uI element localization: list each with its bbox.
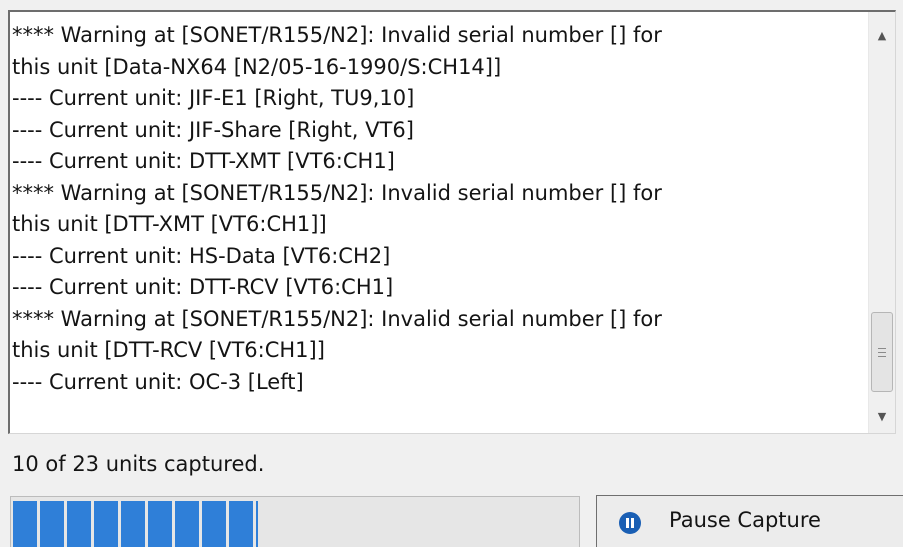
pause-circle-icon (619, 512, 641, 534)
log-output-box[interactable]: **** Warning at [SONET/R155/N2]: Invalid… (8, 10, 896, 434)
capture-status-text: 10 of 23 units captured. (12, 452, 265, 476)
capture-progress-bar (10, 496, 580, 547)
log-line: **** Warning at [SONET/R155/N2]: Invalid… (12, 306, 662, 331)
log-line: ---- Current unit: DTT-XMT [VT6:CH1] (12, 149, 395, 173)
vertical-scrollbar[interactable]: ▲ ▼ (868, 12, 895, 433)
log-line: ---- Current unit: DTT-RCV [VT6:CH1] (12, 275, 394, 299)
pause-capture-button[interactable]: Pause Capture (596, 495, 903, 547)
log-line: this unit [DTT-XMT [VT6:CH1]] (12, 212, 327, 236)
grip-icon (878, 347, 886, 357)
log-line: ---- Current unit: JIF-Share [Right, VT6… (12, 117, 414, 142)
progress-fill (13, 501, 258, 547)
scroll-down-arrow-icon[interactable]: ▼ (869, 399, 895, 433)
log-line: **** Warning at [SONET/R155/N2]: Invalid… (12, 23, 662, 47)
capture-window: **** Warning at [SONET/R155/N2]: Invalid… (0, 0, 903, 547)
log-line: this unit [Data-NX64 [N2/05-16-1990/S:CH… (12, 54, 502, 79)
log-line: ---- Current unit: HS-Data [VT6:CH2] (12, 243, 391, 268)
log-line: **** Warning at [SONET/R155/N2]: Invalid… (12, 180, 662, 205)
scroll-thumb[interactable] (871, 312, 893, 392)
log-lines: **** Warning at [SONET/R155/N2]: Invalid… (12, 20, 872, 398)
pause-capture-label: Pause Capture (669, 508, 821, 532)
log-line: ---- Current unit: JIF-E1 [Right, TU9,10… (12, 86, 415, 110)
log-line: ---- Current unit: OC-3 [Left] (12, 369, 304, 394)
log-line: this unit [DTT-RCV [VT6:CH1]] (12, 338, 325, 362)
scroll-up-arrow-icon[interactable]: ▲ (869, 18, 895, 52)
